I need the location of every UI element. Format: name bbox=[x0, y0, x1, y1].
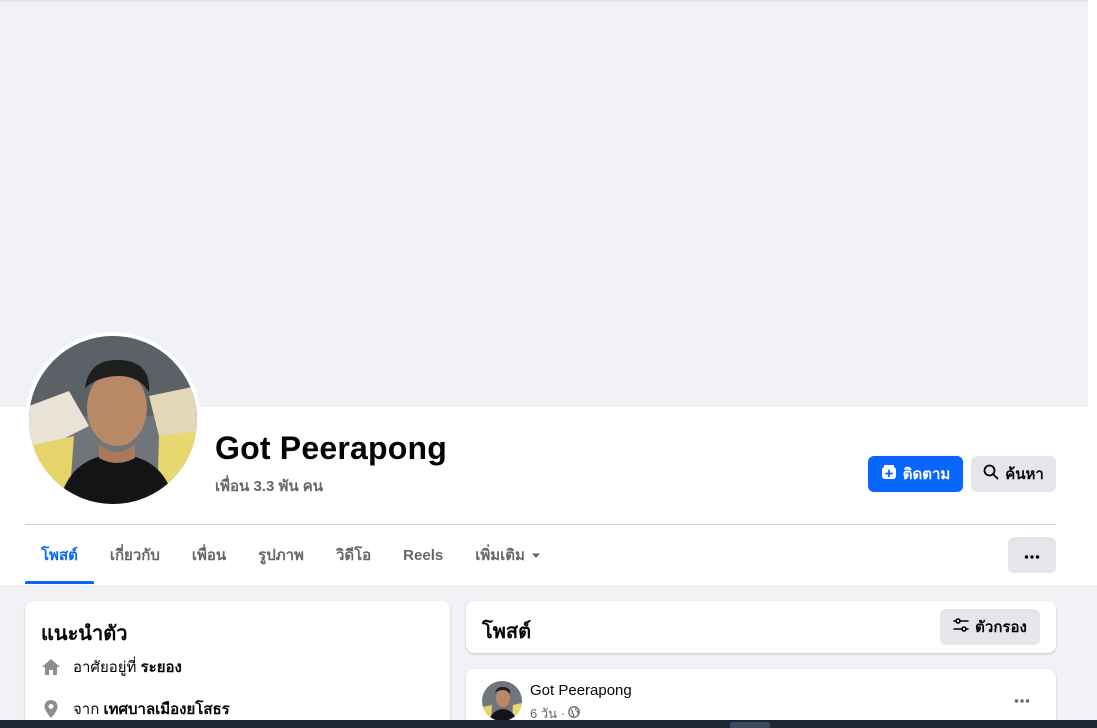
filter-button[interactable]: ตัวกรอง bbox=[940, 609, 1040, 645]
post-author-name[interactable]: Got Peerapong bbox=[530, 682, 632, 699]
tab-about[interactable]: เกี่ยวกับ bbox=[94, 526, 176, 584]
user-plus-icon bbox=[881, 464, 897, 484]
intro-lives-value[interactable]: ระยอง bbox=[141, 659, 182, 676]
profile-more-button[interactable] bbox=[1008, 537, 1056, 573]
profile-avatar[interactable] bbox=[29, 336, 197, 504]
tab-photos[interactable]: รูปภาพ bbox=[242, 526, 320, 584]
posts-header-card: โพสต์ ตัวกรอง bbox=[466, 601, 1056, 653]
taskbar-item[interactable] bbox=[730, 722, 770, 728]
intro-lives-in: อาศัยอยู่ที่ ระยอง bbox=[41, 655, 182, 679]
profile-tabs: โพสต์ เกี่ยวกับ เพื่อน รูปภาพ วิดีโอ Ree… bbox=[25, 526, 557, 584]
friends-count[interactable]: เพื่อน 3.3 พัน คน bbox=[215, 474, 323, 498]
intro-from-value[interactable]: เทศบาลเมืองยโสธร bbox=[103, 701, 229, 718]
tab-label: เพื่อน bbox=[191, 547, 227, 564]
tab-label: เพิ่มเติม bbox=[475, 547, 525, 564]
intro-title: แนะนำตัว bbox=[41, 623, 128, 645]
tab-posts[interactable]: โพสต์ bbox=[25, 526, 94, 584]
location-pin-icon bbox=[41, 699, 61, 719]
header-divider bbox=[25, 524, 1056, 525]
follow-button[interactable]: ติดตาม bbox=[868, 456, 963, 492]
intro-from: จาก เทศบาลเมืองยโสธร bbox=[41, 697, 230, 721]
filter-label: ตัวกรอง bbox=[975, 619, 1027, 636]
tab-label: เกี่ยวกับ bbox=[109, 547, 160, 564]
tab-videos[interactable]: วิดีโอ bbox=[320, 526, 387, 584]
tab-label: วิดีโอ bbox=[335, 547, 372, 564]
tab-label: Reels bbox=[403, 546, 444, 564]
page-edge bbox=[1088, 0, 1097, 407]
search-icon bbox=[983, 464, 999, 484]
posts-title: โพสต์ bbox=[482, 621, 532, 643]
follow-label: ติดตาม bbox=[902, 466, 951, 483]
tab-label: โพสต์ bbox=[41, 547, 78, 564]
search-button[interactable]: ค้นหา bbox=[971, 456, 1056, 492]
search-label: ค้นหา bbox=[1005, 466, 1044, 483]
intro-from-prefix: จาก bbox=[73, 701, 100, 718]
home-icon bbox=[41, 657, 61, 677]
os-taskbar bbox=[0, 720, 1097, 728]
caret-down-icon bbox=[531, 547, 541, 564]
tab-reels[interactable]: Reels bbox=[387, 526, 459, 584]
post-author-avatar[interactable] bbox=[482, 681, 522, 721]
tab-more[interactable]: เพิ่มเติม bbox=[459, 526, 557, 584]
cover-photo[interactable] bbox=[0, 2, 1088, 407]
tab-label: รูปภาพ bbox=[258, 547, 304, 564]
post-options-button[interactable] bbox=[1006, 685, 1038, 713]
more-dots-icon bbox=[1024, 546, 1040, 564]
globe-icon bbox=[568, 706, 580, 721]
tab-friends[interactable]: เพื่อน bbox=[176, 526, 242, 584]
more-dots-icon bbox=[1014, 690, 1030, 708]
filter-sliders-icon bbox=[953, 618, 969, 636]
intro-card: แนะนำตัว อาศัยอยู่ที่ ระยอง จาก เทศบาลเม… bbox=[25, 601, 450, 728]
intro-lives-prefix: อาศัยอยู่ที่ bbox=[73, 659, 137, 676]
profile-name: Got Peerapong bbox=[215, 430, 447, 466]
